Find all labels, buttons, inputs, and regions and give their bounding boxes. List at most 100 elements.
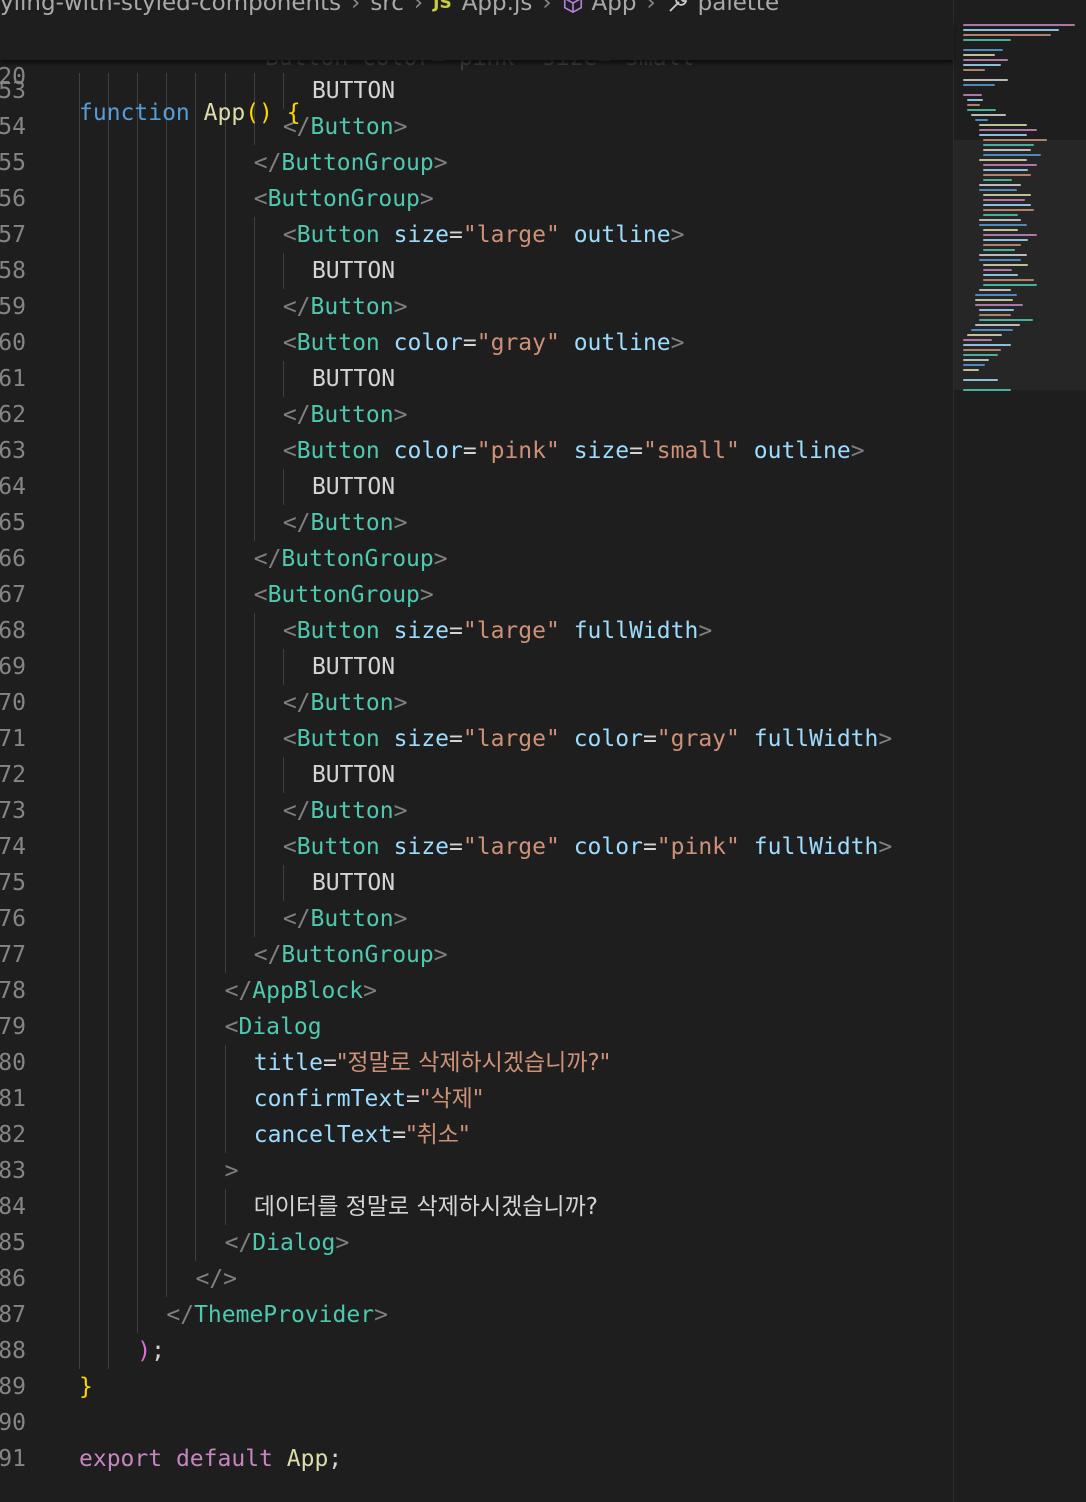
code-line[interactable]: 67 <ButtonGroup>	[0, 577, 953, 613]
line-number: 58	[0, 258, 26, 284]
minimap-line	[963, 69, 986, 71]
code-token: Button	[296, 726, 380, 752]
code-token: <	[282, 618, 297, 644]
code-line[interactable]: 81 confirmText="삭제"	[0, 1081, 953, 1117]
code-line[interactable]: 87 </ThemeProvider>	[0, 1297, 953, 1333]
indent-guide	[224, 1117, 226, 1153]
code-line[interactable]: 86 </>	[0, 1261, 953, 1297]
code-line[interactable]: 65 </Button>	[0, 505, 953, 541]
code-text: </Button>	[283, 505, 408, 541]
code-line[interactable]: 84 데이터를 정말로 삭제하시겠습니까?	[0, 1189, 953, 1225]
code-text: </Button>	[283, 397, 408, 433]
code-text: BUTTON	[312, 469, 395, 505]
sticky-scroll-header[interactable]: 20 function App() {	[0, 22, 953, 126]
code-editor[interactable]: 53 BUTTON 54 </Button> 55 </ButtonGroup> 56 <Bu…	[0, 0, 953, 1502]
code-text: <Button color="pink" size="small" outlin…	[283, 433, 865, 469]
breadcrumb-item-property[interactable]: palette	[698, 0, 779, 16]
indent-guide	[79, 1081, 80, 1117]
minimap-line	[983, 194, 1031, 196]
indent-guide	[282, 865, 284, 901]
code-line[interactable]: 61 BUTTON	[0, 361, 953, 397]
indent-guide	[195, 1189, 197, 1225]
chevron-right-icon: ›	[413, 0, 424, 16]
indent-guide	[166, 325, 168, 361]
code-token: >	[393, 906, 408, 932]
code-token: >	[393, 114, 408, 140]
code-token: </	[224, 1230, 253, 1256]
code-line[interactable]: 72 BUTTON	[0, 757, 953, 793]
indent-guide	[166, 613, 168, 649]
code-line[interactable]: 77 </ButtonGroup>	[0, 937, 953, 973]
code-line[interactable]: 71 <Button size="large" color="gray" full…	[0, 721, 953, 757]
code-line[interactable]: 89}	[0, 1369, 953, 1405]
code-line[interactable]: 62 </Button>	[0, 397, 953, 433]
code-line[interactable]: 91 export default App;	[0, 1441, 953, 1477]
minimap-line	[963, 344, 1011, 346]
code-line[interactable]: 90	[0, 1405, 953, 1441]
code-token: "large"	[462, 618, 560, 644]
code-token: "large"	[462, 726, 560, 752]
code-line[interactable]: 57 <Button size="large" outline>	[0, 217, 953, 253]
line-number: 56	[0, 186, 26, 212]
indent-guide	[108, 865, 110, 901]
minimap-line	[975, 299, 1014, 301]
indent-guide	[79, 397, 80, 433]
indent-guide	[108, 397, 110, 433]
code-line[interactable]: 56 <ButtonGroup>	[0, 181, 953, 217]
code-line[interactable]: 55 </ButtonGroup>	[0, 145, 953, 181]
minimap-line	[983, 284, 1038, 286]
code-line[interactable]: 68 <Button size="large" fullWidth>	[0, 613, 953, 649]
code-token: =	[449, 618, 463, 644]
code-line[interactable]: 63 <Button color="pink" size="small" outl…	[0, 433, 953, 469]
breadcrumb-item-src[interactable]: src	[370, 0, 404, 16]
minimap-line	[975, 324, 1020, 326]
code-line[interactable]: 73 </Button>	[0, 793, 953, 829]
minimap-line	[983, 234, 1038, 236]
code-line[interactable]: 88);	[0, 1333, 953, 1369]
code-token: size	[393, 222, 450, 248]
indent-guide	[108, 1333, 110, 1369]
code-token: >	[419, 582, 434, 608]
code-line[interactable]: 74 <Button size="large" color="pink" full…	[0, 829, 953, 865]
code-line[interactable]: 70 </Button>	[0, 685, 953, 721]
indent-guide	[79, 1153, 80, 1189]
code-token: }	[79, 1374, 93, 1400]
indent-guide	[79, 793, 80, 829]
code-line[interactable]: 59 </Button>	[0, 289, 953, 325]
code-token: Button	[296, 330, 380, 356]
indent-guide	[79, 757, 80, 793]
code-line[interactable]: 76 </Button>	[0, 901, 953, 937]
code-line[interactable]: 60 <Button color="gray" outline>	[0, 325, 953, 361]
code-line[interactable]: 83 >	[0, 1153, 953, 1189]
breadcrumb-item-folder[interactable]: yling-with-styled-components	[0, 0, 341, 16]
breadcrumb-item-file[interactable]: App.js	[462, 0, 533, 16]
code-line[interactable]: 66 </ButtonGroup>	[0, 541, 953, 577]
indent-guide	[195, 1009, 197, 1045]
minimap-line	[979, 224, 1027, 226]
minimap-line	[983, 204, 1031, 206]
code-token: )	[137, 1338, 152, 1364]
minimap-line	[983, 209, 1035, 211]
code-line[interactable]: 75 BUTTON	[0, 865, 953, 901]
code-line[interactable]: 82 cancelText="취소"	[0, 1117, 953, 1153]
breadcrumb-item-symbol[interactable]: App	[592, 0, 637, 16]
line-number: 60	[0, 330, 26, 356]
indent-guide	[79, 865, 80, 901]
minimap[interactable]	[953, 0, 1086, 1502]
code-line[interactable]: 79 <Dialog	[0, 1009, 953, 1045]
code-token: <	[282, 834, 297, 860]
code-line[interactable]: 64 BUTTON	[0, 469, 953, 505]
minimap-line	[979, 254, 1027, 256]
code-line[interactable]: 69 BUTTON	[0, 649, 953, 685]
indent-guide	[166, 181, 168, 217]
code-token: Button	[296, 438, 380, 464]
minimap-line	[983, 279, 1035, 281]
code-token: >	[224, 1158, 239, 1184]
code-token: size	[573, 438, 630, 464]
code-line[interactable]: 78 </AppBlock>	[0, 973, 953, 1009]
indent-guide	[195, 397, 197, 433]
code-line[interactable]: 80 title="정말로 삭제하시겠습니까?"	[0, 1045, 953, 1081]
code-line[interactable]: 85 </Dialog>	[0, 1225, 953, 1261]
code-line[interactable]: 58 BUTTON	[0, 253, 953, 289]
